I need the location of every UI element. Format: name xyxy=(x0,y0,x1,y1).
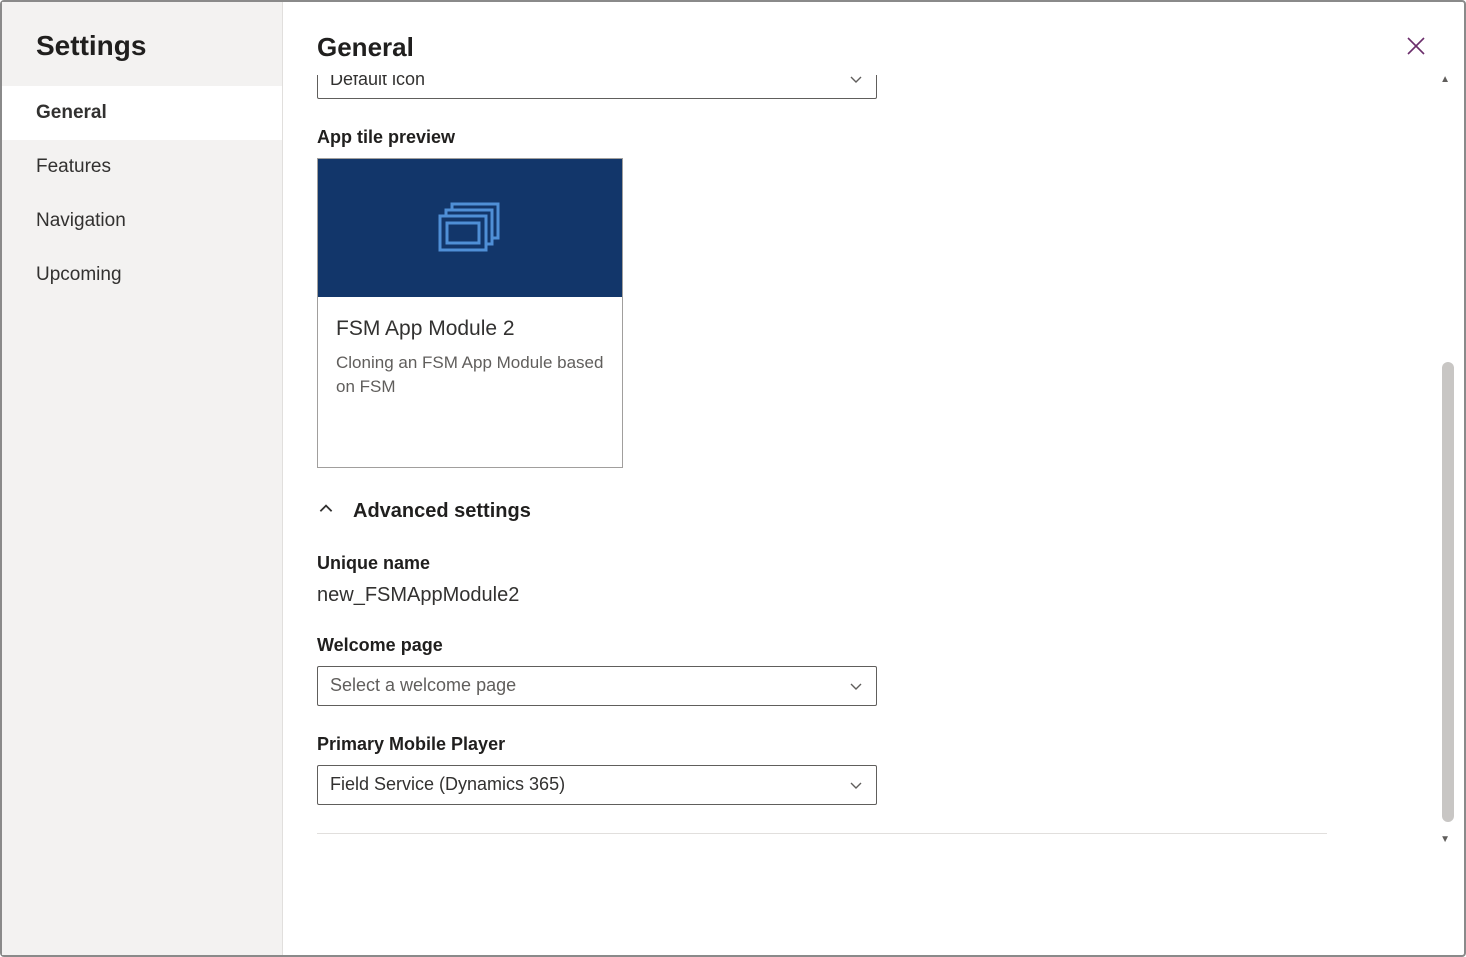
sidebar-item-navigation[interactable]: Navigation xyxy=(2,194,282,248)
sidebar-item-label: Upcoming xyxy=(36,264,122,285)
advanced-settings-toggle[interactable]: Advanced settings xyxy=(317,500,1327,523)
unique-name-value: new_FSMAppModule2 xyxy=(317,584,1327,607)
sidebar-item-upcoming[interactable]: Upcoming xyxy=(2,248,282,302)
chevron-down-icon xyxy=(848,75,864,87)
app-tile-icon-area xyxy=(318,159,622,297)
app-tile-description: Cloning an FSM App Module based on FSM xyxy=(336,351,604,399)
chevron-down-icon xyxy=(848,777,864,793)
sidebar-item-label: Navigation xyxy=(36,210,126,231)
welcome-page-select[interactable]: Select a welcome page xyxy=(317,666,877,706)
tile-preview-label: App tile preview xyxy=(317,127,1327,148)
mobile-player-select[interactable]: Field Service (Dynamics 365) xyxy=(317,765,877,805)
chevron-up-icon xyxy=(317,500,335,523)
settings-dialog: Settings General Features Navigation Upc… xyxy=(2,2,1464,955)
sidebar-item-label: General xyxy=(36,102,107,123)
main-panel: General ▲ ▼ Default icon xyxy=(283,2,1464,955)
main-scroll-area: Default icon App tile preview xyxy=(283,75,1464,955)
close-button[interactable] xyxy=(1398,28,1434,67)
divider xyxy=(317,833,1327,834)
welcome-page-placeholder: Select a welcome page xyxy=(330,675,516,696)
unique-name-label: Unique name xyxy=(317,553,1327,574)
page-title: General xyxy=(317,32,414,63)
icon-select[interactable]: Default icon xyxy=(317,75,877,99)
sidebar-item-features[interactable]: Features xyxy=(2,140,282,194)
app-tile-title: FSM App Module 2 xyxy=(336,317,604,341)
advanced-settings-title: Advanced settings xyxy=(353,500,531,523)
app-module-icon xyxy=(434,198,506,259)
close-icon xyxy=(1404,34,1428,61)
chevron-down-icon xyxy=(848,678,864,694)
sidebar: Settings General Features Navigation Upc… xyxy=(2,2,283,955)
mobile-player-label: Primary Mobile Player xyxy=(317,734,1327,755)
app-tile-body: FSM App Module 2 Cloning an FSM App Modu… xyxy=(318,297,622,467)
main-header: General xyxy=(283,2,1464,75)
sidebar-item-general[interactable]: General xyxy=(2,86,282,140)
sidebar-item-label: Features xyxy=(36,156,111,177)
app-tile-preview: FSM App Module 2 Cloning an FSM App Modu… xyxy=(317,158,623,468)
mobile-player-value: Field Service (Dynamics 365) xyxy=(330,774,565,795)
welcome-page-label: Welcome page xyxy=(317,635,1327,656)
icon-select-value: Default icon xyxy=(330,75,425,90)
sidebar-title: Settings xyxy=(2,2,282,86)
